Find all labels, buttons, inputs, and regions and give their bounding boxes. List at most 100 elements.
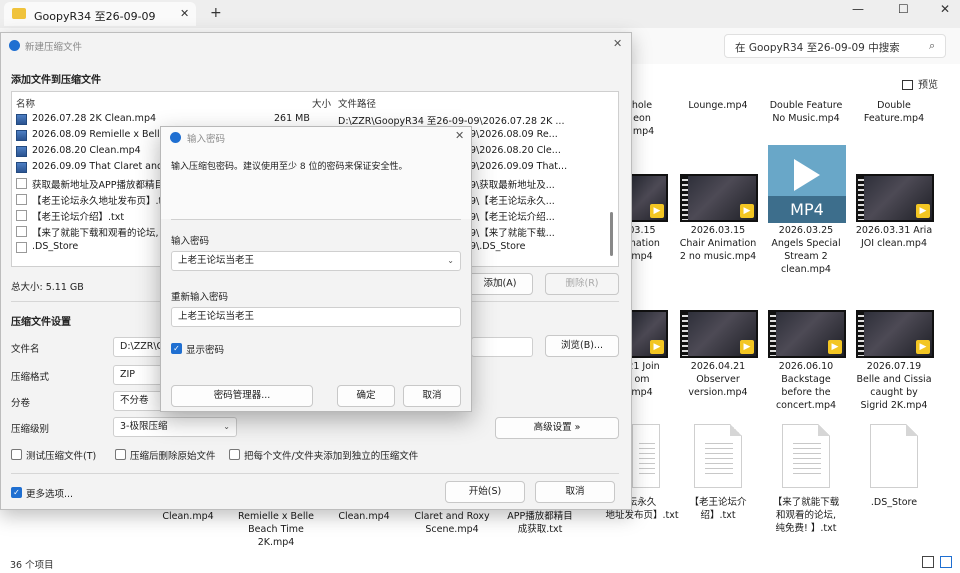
file-item[interactable]: 2026.04.21 Observer version.mp4	[676, 360, 760, 399]
file-label: Clean.mp4	[338, 511, 390, 522]
file-label: 2026.06.10 Backstage before the concert.…	[775, 361, 837, 411]
divider	[171, 219, 461, 220]
mp4-label: MP4	[768, 196, 846, 223]
file-label: 2026.03.15 Chair Animation 2 no music.mp…	[679, 225, 757, 262]
cancel-button[interactable]: 取消	[403, 385, 461, 407]
file-item[interactable]: 2026.03.15 Chair Animation 2 no music.mp…	[676, 224, 760, 263]
show-password-label: 显示密码	[186, 345, 225, 356]
tab-title: GoopyR34 至26-09-09	[34, 10, 156, 23]
column-header-size[interactable]: 大小	[312, 96, 331, 110]
reenter-password-input[interactable]: 上老王论坛当老王	[171, 307, 461, 327]
video-badge-icon: ▶	[650, 340, 664, 354]
play-icon	[794, 159, 820, 191]
file-item[interactable]: Double Feature.mp4	[852, 99, 936, 125]
chevron-down-icon: ⌄	[223, 422, 230, 431]
maximize-icon[interactable]: ☐	[898, 2, 909, 16]
text-file-icon	[16, 226, 27, 237]
file-item[interactable]: 2026.03.31 Aria JOI clean.mp4	[852, 224, 936, 250]
file-item[interactable]: 【来了就能下载 和观看的论坛, 纯免费! 】.txt	[764, 496, 848, 535]
search-icon: ⌕	[929, 39, 936, 52]
tiles-view-icon[interactable]	[940, 556, 952, 568]
file-icon[interactable]	[870, 424, 918, 488]
file-item[interactable]: .DS_Store	[852, 496, 936, 509]
minimize-icon[interactable]: —	[852, 2, 864, 16]
advanced-settings-button[interactable]: 高级设置 »	[495, 417, 619, 439]
tab-goopy[interactable]: GoopyR34 至26-09-09 ✕	[4, 2, 196, 26]
file-label: 2026.03.31 Aria JOI clean.mp4	[855, 225, 933, 249]
column-header-path[interactable]: 文件路径	[338, 96, 376, 110]
file-item[interactable]: 2026.03.25 Angels Special Stream 2 clean…	[764, 224, 848, 276]
close-window-icon[interactable]: ✕	[940, 2, 950, 16]
start-button[interactable]: 开始(S)	[445, 481, 525, 503]
file-item[interactable]: APP播放都精目 成获取.txt	[498, 510, 582, 536]
column-header-name[interactable]: 名称	[16, 96, 35, 110]
label-reenter-password: 重新输入密码	[171, 292, 229, 303]
file-item[interactable]: Remielle x Belle Beach Time 2K.mp4	[234, 510, 318, 549]
dialog-title: 输入密码	[187, 134, 226, 145]
video-thumbnail[interactable]: ▶	[768, 310, 846, 358]
test-archive-label: 测试压缩文件(T)	[26, 451, 97, 462]
remove-button[interactable]: 删除(R)	[545, 273, 619, 295]
video-thumbnail[interactable]: ▶	[680, 174, 758, 222]
text-file-icon[interactable]	[782, 424, 830, 488]
chevron-down-icon[interactable]: ⌄	[447, 252, 454, 270]
preview-toggle[interactable]: 预览	[902, 76, 938, 91]
cancel-button[interactable]: 取消	[535, 481, 615, 503]
level-value: 3-极限压缩	[120, 421, 168, 432]
file-item[interactable]: Clean.mp4	[322, 510, 406, 523]
video-thumbnail[interactable]: ▶	[856, 310, 934, 358]
file-label: APP播放都精目 成获取.txt	[507, 511, 573, 535]
divider	[11, 473, 619, 474]
level-select[interactable]: 3-极限压缩 ⌄	[113, 417, 237, 437]
file-item[interactable]: Clean.mp4	[146, 510, 230, 523]
file-label: Double Feature No Music.mp4	[769, 100, 843, 124]
close-tab-icon[interactable]: ✕	[180, 7, 189, 20]
password-manager-button[interactable]: 密码管理器...	[171, 385, 313, 407]
text-file-icon[interactable]	[694, 424, 742, 488]
text-file-icon[interactable]	[632, 424, 660, 488]
separate-archives-checkbox[interactable]	[229, 449, 240, 460]
file-item[interactable]: Lounge.mp4	[676, 99, 760, 112]
list-scrollbar[interactable]	[610, 212, 613, 256]
password-input[interactable]: 上老王论坛当老王 ⌄	[171, 251, 461, 271]
file-label: 【老王论坛介 绍】.txt	[689, 497, 747, 521]
delete-source-label: 压缩后删除原始文件	[130, 451, 216, 462]
show-password-checkbox[interactable]: ✓	[171, 343, 182, 354]
filename-field-end[interactable]	[471, 337, 533, 357]
delete-source-checkbox[interactable]	[115, 449, 126, 460]
search-box[interactable]: 在 GoopyR34 至26-09-09 中搜索 ⌕	[724, 34, 946, 58]
text-file-icon	[16, 242, 27, 253]
file-label: Clean.mp4	[162, 511, 214, 522]
file-label: Double Feature.mp4	[863, 100, 925, 124]
details-view-icon[interactable]	[922, 556, 934, 568]
tab-bar: GoopyR34 至26-09-09 ✕ + — ☐ ✕	[0, 0, 960, 28]
video-thumbnail[interactable]: ▶	[856, 174, 934, 222]
browse-button[interactable]: 浏览(B)...	[545, 335, 619, 357]
file-label: Claret and Roxy Scene.mp4	[414, 511, 490, 535]
file-label: .DS_Store	[870, 497, 918, 508]
video-thumbnail[interactable]: ▶	[630, 174, 668, 222]
more-options-label: 更多选项...	[26, 489, 74, 500]
close-icon[interactable]: ✕	[455, 129, 464, 142]
video-thumbnail[interactable]: ▶	[680, 310, 758, 358]
split-value: 不分卷	[120, 395, 149, 406]
file-label: 【来了就能下载 和观看的论坛, 纯免费! 】.txt	[772, 497, 840, 534]
close-icon[interactable]: ✕	[613, 37, 622, 50]
file-item[interactable]: Double Feature No Music.mp4	[764, 99, 848, 125]
dialog-title: 新建压缩文件	[25, 42, 83, 53]
video-thumbnail[interactable]: ▶	[630, 310, 668, 358]
mp4-thumbnail[interactable]: MP4	[768, 145, 846, 223]
video-badge-icon: ▶	[916, 340, 930, 354]
new-tab-icon[interactable]: +	[210, 5, 222, 21]
video-badge-icon: ▶	[740, 204, 754, 218]
add-button[interactable]: 添加(A)	[467, 273, 533, 295]
file-label: 2026.07.19 Belle and Cissia caught by Si…	[856, 361, 932, 411]
file-item[interactable]: 2026.07.19 Belle and Cissia caught by Si…	[852, 360, 936, 412]
file-item[interactable]: 2026.06.10 Backstage before the concert.…	[764, 360, 848, 412]
ok-button[interactable]: 确定	[337, 385, 395, 407]
text-file-icon	[16, 178, 27, 189]
file-item[interactable]: 【老王论坛介 绍】.txt	[676, 496, 760, 522]
more-options-checkbox[interactable]: ✓	[11, 487, 22, 498]
file-item[interactable]: Claret and Roxy Scene.mp4	[410, 510, 494, 536]
test-archive-checkbox[interactable]	[11, 449, 22, 460]
